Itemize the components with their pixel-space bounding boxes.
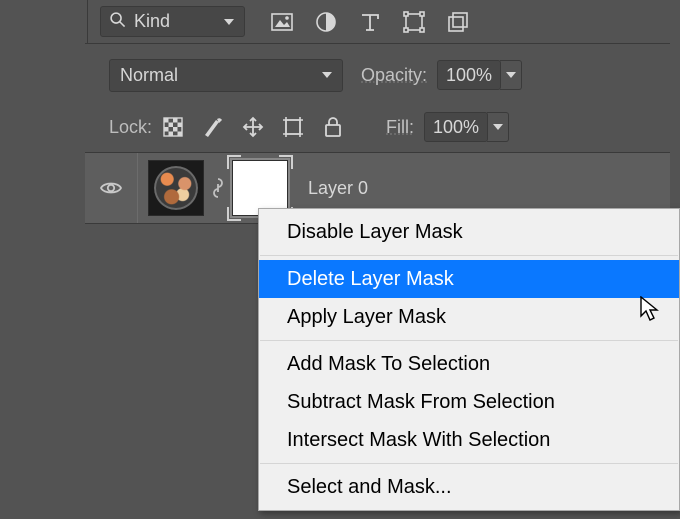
menu-add-mask-to-selection[interactable]: Add Mask To Selection (259, 345, 679, 383)
filter-kind-label: Kind (134, 11, 170, 32)
lock-label: Lock: (109, 117, 152, 138)
fill-label: Fill: (386, 117, 414, 138)
lock-artboard-nesting-icon[interactable] (278, 112, 308, 142)
lock-transparent-pixels-icon[interactable] (158, 112, 188, 142)
layer-mask-context-menu: Disable Layer Mask Delete Layer Mask App… (258, 208, 680, 511)
opacity-dropdown-button[interactable] (500, 60, 522, 90)
chevron-down-icon (506, 72, 516, 78)
menu-disable-layer-mask[interactable]: Disable Layer Mask (259, 213, 679, 251)
layer-name[interactable]: Layer 0 (308, 178, 368, 199)
opacity-control[interactable]: Opacity: 100% (361, 60, 522, 90)
menu-select-and-mask[interactable]: Select and Mask... (259, 468, 679, 506)
layers-panel: Kind (0, 0, 680, 519)
menu-intersect-mask-with-selection[interactable]: Intersect Mask With Selection (259, 421, 679, 459)
menu-separator (260, 255, 678, 256)
lock-all-icon[interactable] (318, 112, 348, 142)
menu-separator (260, 340, 678, 341)
blend-mode-value: Normal (120, 65, 178, 86)
filter-row: Kind (85, 0, 670, 44)
menu-separator (260, 463, 678, 464)
blend-row: Normal Opacity: 100% (85, 54, 670, 96)
chevron-down-icon (493, 124, 503, 130)
blend-mode-dropdown[interactable]: Normal (109, 59, 343, 92)
filter-adjustment-layers-icon[interactable] (311, 7, 341, 37)
menu-apply-layer-mask[interactable]: Apply Layer Mask (259, 298, 679, 336)
opacity-label: Opacity: (361, 65, 427, 86)
lock-row: Lock: (85, 106, 670, 148)
fill-control[interactable]: Fill: 100% (386, 112, 509, 142)
lock-position-icon[interactable] (238, 112, 268, 142)
vertical-separator (137, 153, 138, 223)
chevron-down-icon (224, 19, 234, 25)
menu-delete-layer-mask[interactable]: Delete Layer Mask (259, 260, 679, 298)
chevron-down-icon (322, 72, 332, 78)
layer-thumbnail[interactable] (148, 160, 204, 216)
filter-pixel-layers-icon[interactable] (267, 7, 297, 37)
lock-image-pixels-icon[interactable] (198, 112, 228, 142)
filter-type-layers-icon[interactable] (355, 7, 385, 37)
filter-smart-objects-icon[interactable] (443, 7, 473, 37)
opacity-value-field[interactable]: 100% (437, 60, 501, 90)
filter-kind-dropdown[interactable]: Kind (100, 6, 245, 37)
thumbnail-preview-image (154, 166, 198, 210)
filter-shape-layers-icon[interactable] (399, 7, 429, 37)
menu-subtract-mask-from-selection[interactable]: Subtract Mask From Selection (259, 383, 679, 421)
vertical-separator (87, 0, 88, 43)
mask-link-icon[interactable] (204, 177, 232, 199)
eye-icon (99, 176, 123, 200)
fill-value-field[interactable]: 100% (424, 112, 488, 142)
fill-dropdown-button[interactable] (487, 112, 509, 142)
visibility-toggle[interactable] (85, 176, 137, 200)
search-icon (109, 11, 126, 33)
